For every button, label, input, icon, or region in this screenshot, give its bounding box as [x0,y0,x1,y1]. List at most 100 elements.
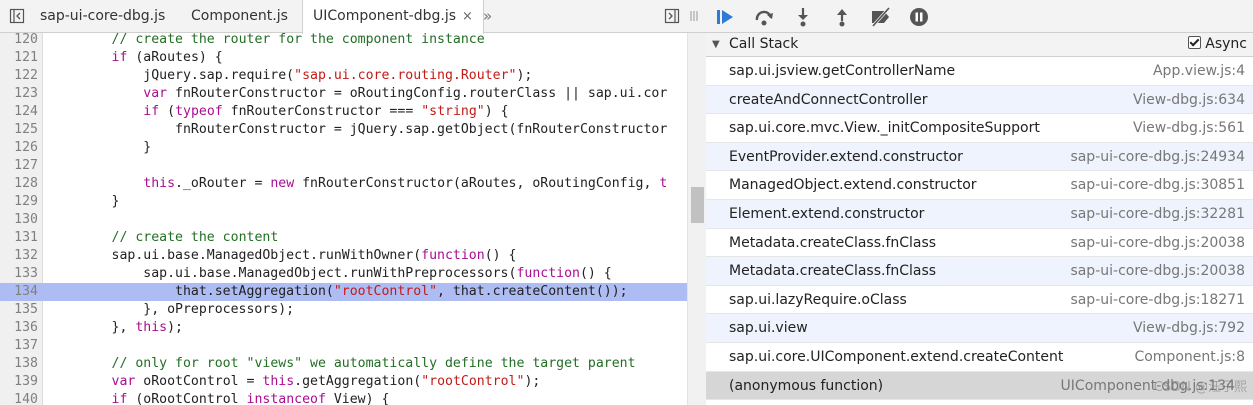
async-toggle[interactable]: Async [1188,36,1247,52]
code-line[interactable]: 127 [0,157,687,175]
code-token: ); [167,320,183,335]
code-line[interactable]: 133 sap.ui.base.ManagedObject.runWithPre… [0,265,687,283]
code-line[interactable]: 128 this._oRouter = new fnRouterConstruc… [0,175,687,193]
code-line[interactable]: 123 var fnRouterConstructor = oRoutingCo… [0,85,687,103]
step-out-icon[interactable] [831,6,853,28]
call-frame-location-link[interactable]: sap-ui-core-dbg.js:18271 [1070,292,1245,308]
call-frame-location-link[interactable]: View-dbg.js:634 [1133,92,1245,108]
step-into-icon[interactable] [792,6,814,28]
call-frame[interactable]: sap.ui.jsview.getControllerName App.view.… [706,57,1253,86]
call-stack-header[interactable]: ▼ Call Stack Async [706,33,1253,57]
call-frame[interactable]: createAndConnectController View-dbg.js:63… [706,85,1253,115]
code-line[interactable]: 138 // only for root "views" we automati… [0,355,687,373]
call-frame[interactable]: sap.ui.lazyRequire.oClass sap-ui-core-dbg… [706,286,1253,315]
tab-uicomponent-dbg[interactable]: UIComponent-dbg.js × [302,0,484,34]
code-line[interactable]: 136 }, this); [0,319,687,337]
call-frame-location-link[interactable]: View-dbg.js:561 [1133,120,1245,136]
line-number[interactable]: 127 [0,157,38,175]
close-tab-icon[interactable]: × [462,9,473,24]
call-frame[interactable]: ManagedObject.extend.constructor sap-ui-c… [706,171,1253,200]
code-line[interactable]: 121 if (aRoutes) { [0,49,687,67]
resume-icon[interactable] [714,6,736,28]
line-number[interactable]: 124 [0,103,38,121]
tab-label: Component.js [191,8,288,24]
editor-scrollbar[interactable] [687,33,706,405]
call-frame-location-link[interactable]: App.view.js:4 [1153,63,1245,79]
call-frame[interactable]: Metadata.createClass.fnClass sap-ui-core-… [706,229,1253,258]
code-token: ) { [484,104,509,119]
tab-sap-ui-core-dbg[interactable]: sap-ui-core-dbg.js [30,0,175,33]
deactivate-breakpoints-icon[interactable] [868,6,891,28]
code-text: // only for root "views" we automaticall… [48,355,636,373]
line-number[interactable]: 126 [0,139,38,157]
code-line[interactable]: 130 [0,211,687,229]
call-frame[interactable]: sap.ui.core.mvc.View._initCompositeSuppo… [706,114,1253,143]
call-frame[interactable]: Element.extend.constructor sap-ui-core-db… [706,200,1253,229]
line-number[interactable]: 133 [0,265,38,283]
line-number[interactable]: 121 [0,49,38,67]
call-frame-location-link[interactable]: sap-ui-core-dbg.js:30851 [1070,177,1245,193]
async-checkbox[interactable] [1188,36,1202,49]
code-text: var fnRouterConstructor = oRoutingConfig… [48,85,667,103]
line-number[interactable]: 134 [0,283,38,301]
code-line-current[interactable]: 134 that.setAggregation("rootControl", t… [0,283,687,301]
code-line[interactable]: 124 if (typeof fnRouterConstructor === "… [0,103,687,121]
line-number[interactable]: 137 [0,337,38,355]
code-line[interactable]: 135 }, oPreprocessors); [0,301,687,319]
code-keyword: var [143,86,168,101]
code-view[interactable]: 120 // create the router for the compone… [0,33,687,405]
code-token: ); [524,374,541,389]
code-token: ._oRouter = [175,176,271,191]
line-number[interactable]: 123 [0,85,38,103]
call-frame[interactable]: sap.ui.view View-dbg.js:792 [706,314,1253,343]
code-line[interactable]: 132 sap.ui.base.ManagedObject.runWithOwn… [0,247,687,265]
code-line[interactable]: 139 var oRootControl = this.getAggregati… [0,373,687,391]
line-number[interactable]: 122 [0,67,38,85]
line-number[interactable]: 136 [0,319,38,337]
line-number[interactable]: 139 [0,373,38,391]
code-line[interactable]: 126 } [0,139,687,157]
pane-splitter-icon[interactable] [688,8,704,24]
toggle-debugger-sidebar-icon[interactable] [664,8,680,24]
line-number[interactable]: 129 [0,193,38,211]
call-frame-location-link[interactable]: Component.js:8 [1134,349,1245,365]
code-keyword: if [111,392,128,405]
code-line[interactable]: 129 } [0,193,687,211]
line-number[interactable]: 135 [0,301,38,319]
tab-component-js[interactable]: Component.js [181,0,298,33]
code-line[interactable]: 120 // create the router for the compone… [0,33,687,49]
more-tabs-icon[interactable]: » [483,0,492,33]
call-frame-name: sap.ui.lazyRequire.oClass [729,291,907,308]
line-number[interactable]: 140 [0,391,38,405]
line-number[interactable]: 132 [0,247,38,265]
call-frame[interactable]: sap.ui.core.UIComponent.extend.createCon… [706,343,1253,372]
call-frame-location-link[interactable]: sap-ui-core-dbg.js:20038 [1070,263,1245,279]
line-number[interactable]: 125 [0,121,38,139]
step-over-icon[interactable] [753,6,775,28]
line-number[interactable]: 131 [0,229,38,247]
line-number[interactable]: 128 [0,175,38,193]
line-number[interactable]: 138 [0,355,38,373]
call-frame-selected[interactable]: (anonymous function) UIComponent-dbg.js:1… [706,371,1253,401]
call-frame[interactable]: Metadata.createClass.fnClass sap-ui-core-… [706,257,1253,286]
line-number[interactable]: 130 [0,211,38,229]
call-frame-location-link[interactable]: View-dbg.js:792 [1133,320,1245,336]
code-line[interactable]: 122 jQuery.sap.require("sap.ui.core.rout… [0,67,687,85]
code-token: (aRoutes) { [127,50,223,65]
code-line[interactable]: 137 [0,337,687,355]
code-text: that.setAggregation("rootControl", that.… [48,283,628,301]
code-line[interactable]: 131 // create the content [0,229,687,247]
call-frame-name: sap.ui.core.mvc.View._initCompositeSuppo… [729,120,1040,137]
toggle-navigator-icon[interactable] [9,8,25,24]
call-frame-location-link[interactable]: sap-ui-core-dbg.js:32281 [1070,206,1245,222]
call-frame-location-link[interactable]: sap-ui-core-dbg.js:20038 [1070,235,1245,251]
call-frame-name: Element.extend.constructor [729,206,925,222]
line-number[interactable]: 120 [0,33,38,49]
collapse-triangle-icon[interactable]: ▼ [712,39,720,50]
pause-on-exceptions-icon[interactable] [908,6,930,28]
code-line[interactable]: 140 if (oRootControl instanceof View) { [0,391,687,405]
code-line[interactable]: 125 fnRouterConstructor = jQuery.sap.get… [0,121,687,139]
call-frame-location-link[interactable]: sap-ui-core-dbg.js:24934 [1070,149,1245,165]
call-frame[interactable]: EventProvider.extend.constructor sap-ui-c… [706,142,1253,172]
scrollbar-thumb[interactable] [691,187,704,223]
